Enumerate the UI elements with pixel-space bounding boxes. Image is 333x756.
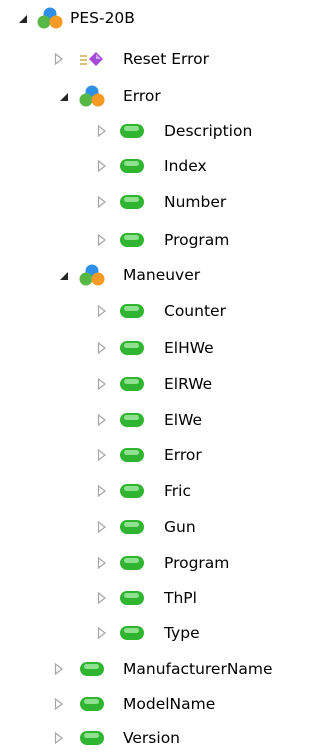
property-icon <box>79 692 105 716</box>
collapsed-arrow-icon[interactable] <box>52 722 66 754</box>
tree-node-label: ModelName <box>123 695 216 713</box>
tree-node-elwe[interactable]: ElWe <box>0 404 333 436</box>
property-icon <box>119 621 145 645</box>
tree-node-program[interactable]: Program <box>0 224 333 256</box>
tree-node-error[interactable]: Error <box>0 439 333 471</box>
property-icon <box>79 726 105 750</box>
object-tree: PES-20B Reset Error Error Description In… <box>0 0 333 756</box>
property-icon <box>119 443 145 467</box>
collapsed-arrow-icon[interactable] <box>95 224 109 256</box>
tree-node-label: Maneuver <box>123 266 201 284</box>
property-icon <box>119 154 145 178</box>
namespace-icon <box>79 263 105 287</box>
collapsed-arrow-icon[interactable] <box>95 150 109 182</box>
collapsed-arrow-icon[interactable] <box>52 688 66 720</box>
namespace-icon <box>37 6 63 30</box>
collapsed-arrow-icon[interactable] <box>52 653 66 685</box>
collapsed-arrow-icon[interactable] <box>95 439 109 471</box>
tree-node-reset-error[interactable]: Reset Error <box>0 43 333 75</box>
tree-node-label: Gun <box>164 518 196 536</box>
property-icon <box>119 479 145 503</box>
tree-node-label: Number <box>164 193 227 211</box>
tree-node-counter[interactable]: Counter <box>0 295 333 327</box>
property-icon <box>119 515 145 539</box>
collapsed-arrow-icon[interactable] <box>52 43 66 75</box>
tree-node-elrwe[interactable]: ElRWe <box>0 368 333 400</box>
collapsed-arrow-icon[interactable] <box>95 511 109 543</box>
tree-node-label: PES-20B <box>70 9 135 27</box>
tree-node-label: Index <box>164 157 207 175</box>
tree-node-fric[interactable]: Fric <box>0 475 333 507</box>
method-icon <box>79 47 105 71</box>
tree-node-label: Program <box>164 231 230 249</box>
collapsed-arrow-icon[interactable] <box>95 295 109 327</box>
tree-node-index[interactable]: Index <box>0 150 333 182</box>
tree-node-label: Version <box>123 729 180 747</box>
tree-node-label: Error <box>164 446 202 464</box>
tree-node-model-name[interactable]: ModelName <box>0 688 333 720</box>
collapsed-arrow-icon[interactable] <box>95 186 109 218</box>
expanded-arrow-icon[interactable] <box>57 259 71 291</box>
tree-node-manufacturer-name[interactable]: ManufacturerName <box>0 653 333 685</box>
namespace-icon <box>79 84 105 108</box>
tree-node-label: ElHWe <box>164 339 214 357</box>
property-icon <box>119 190 145 214</box>
property-icon <box>119 372 145 396</box>
collapsed-arrow-icon[interactable] <box>95 547 109 579</box>
collapsed-arrow-icon[interactable] <box>95 475 109 507</box>
collapsed-arrow-icon[interactable] <box>95 115 109 147</box>
property-icon <box>119 336 145 360</box>
tree-node-program[interactable]: Program <box>0 547 333 579</box>
property-icon <box>79 657 105 681</box>
property-icon <box>119 299 145 323</box>
tree-node-label: ManufacturerName <box>123 660 273 678</box>
collapsed-arrow-icon[interactable] <box>95 368 109 400</box>
collapsed-arrow-icon[interactable] <box>95 332 109 364</box>
property-icon <box>119 551 145 575</box>
property-icon <box>119 408 145 432</box>
tree-node-description[interactable]: Description <box>0 115 333 147</box>
tree-node-number[interactable]: Number <box>0 186 333 218</box>
tree-node-error-group[interactable]: Error <box>0 80 333 112</box>
tree-node-label: Program <box>164 554 230 572</box>
collapsed-arrow-icon[interactable] <box>95 582 109 614</box>
property-icon <box>119 228 145 252</box>
tree-node-gun[interactable]: Gun <box>0 511 333 543</box>
tree-node-label: Fric <box>164 482 191 500</box>
property-icon <box>119 586 145 610</box>
tree-node-pes-20b[interactable]: PES-20B <box>0 2 333 34</box>
tree-node-label: ElRWe <box>164 375 213 393</box>
expanded-arrow-icon[interactable] <box>16 2 30 34</box>
tree-node-maneuver-group[interactable]: Maneuver <box>0 259 333 291</box>
tree-node-version[interactable]: Version <box>0 722 333 754</box>
tree-node-label: Type <box>164 624 200 642</box>
tree-node-label: ThPl <box>164 589 197 607</box>
tree-node-label: Counter <box>164 302 226 320</box>
collapsed-arrow-icon[interactable] <box>95 617 109 649</box>
tree-node-elhwe[interactable]: ElHWe <box>0 332 333 364</box>
tree-node-label: Reset Error <box>123 50 210 68</box>
collapsed-arrow-icon[interactable] <box>95 404 109 436</box>
tree-node-type[interactable]: Type <box>0 617 333 649</box>
expanded-arrow-icon[interactable] <box>57 80 71 112</box>
tree-node-label: ElWe <box>164 411 203 429</box>
property-icon <box>119 119 145 143</box>
tree-node-thpl[interactable]: ThPl <box>0 582 333 614</box>
tree-node-label: Description <box>164 122 253 140</box>
tree-node-label: Error <box>123 87 161 105</box>
